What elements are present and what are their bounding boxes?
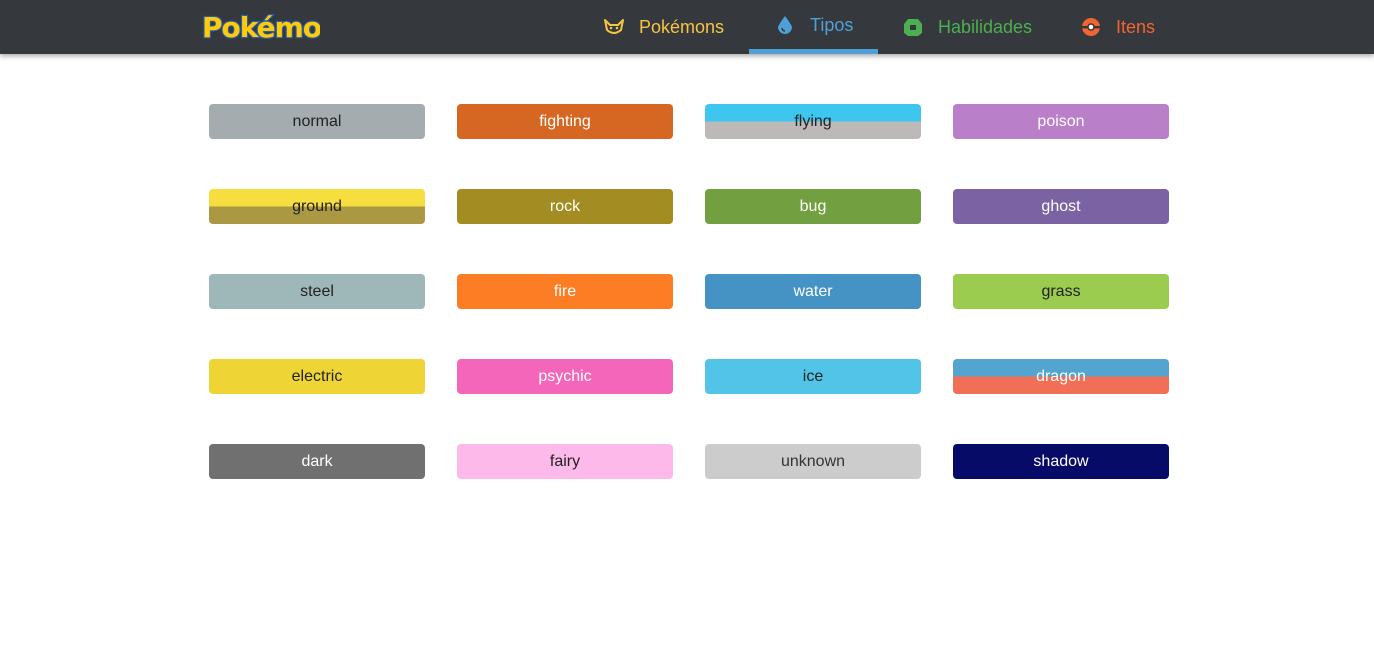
type-badge-rock[interactable]: rock (457, 189, 673, 224)
type-badge-grass[interactable]: grass (953, 274, 1169, 309)
type-label: ice (802, 367, 824, 385)
type-badge-psychic[interactable]: psychic (457, 359, 673, 394)
type-label: unknown (780, 452, 846, 470)
type-badge-normal[interactable]: normal (209, 104, 425, 139)
type-badge-water[interactable]: water (705, 274, 921, 309)
type-label: rock (549, 197, 581, 215)
type-label: ground (292, 197, 342, 215)
type-badge-unknown[interactable]: unknown (705, 444, 921, 479)
type-badge-ice[interactable]: ice (705, 359, 921, 394)
type-label: steel (300, 282, 334, 300)
type-label: fire (553, 282, 577, 300)
type-label: bug (799, 197, 827, 215)
type-badge-flying[interactable]: flying (705, 104, 921, 139)
type-badge-ground[interactable]: ground (209, 189, 425, 224)
type-label: fairy (549, 452, 581, 470)
type-label: dragon (1036, 367, 1086, 385)
types-grid: normal fighting flying poison ground rock bug g… (0, 0, 1374, 652)
type-label: psychic (538, 367, 592, 385)
type-badge-fairy[interactable]: fairy (457, 444, 673, 479)
type-label: flying (794, 112, 832, 130)
type-badge-dark[interactable]: dark (209, 444, 425, 479)
type-badge-fire[interactable]: fire (457, 274, 673, 309)
type-label: fighting (539, 112, 591, 130)
type-badge-poison[interactable]: poison (953, 104, 1169, 139)
type-badge-ghost[interactable]: ghost (953, 189, 1169, 224)
type-badge-fighting[interactable]: fighting (457, 104, 673, 139)
type-label: dark (301, 452, 333, 470)
type-label: normal (292, 112, 342, 130)
type-badge-bug[interactable]: bug (705, 189, 921, 224)
type-badge-shadow[interactable]: shadow (953, 444, 1169, 479)
type-badge-steel[interactable]: steel (209, 274, 425, 309)
type-label: shadow (1033, 452, 1089, 470)
type-badge-electric[interactable]: electric (209, 359, 425, 394)
type-label: electric (291, 367, 343, 385)
type-label: poison (1037, 112, 1085, 130)
type-label: ghost (1041, 197, 1081, 215)
type-badge-dragon[interactable]: dragon (953, 359, 1169, 394)
type-label: grass (1041, 282, 1081, 300)
type-label: water (793, 282, 833, 300)
